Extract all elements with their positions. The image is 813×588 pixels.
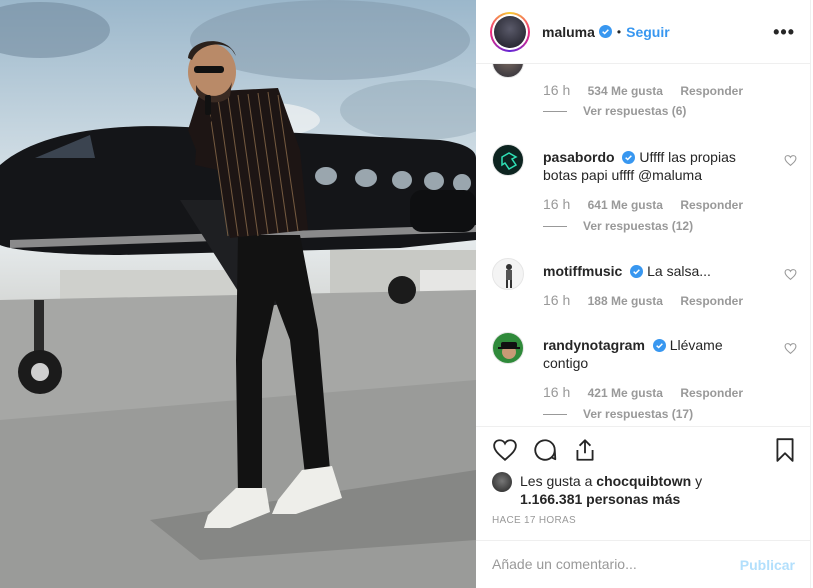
comment-avatar[interactable]	[492, 332, 524, 364]
comment-likes-count[interactable]: 188 Me gusta	[588, 294, 663, 308]
randy-hat-icon	[498, 342, 520, 359]
likes-count[interactable]: 1.166.381 personas más	[520, 491, 680, 507]
verified-badge-icon	[598, 25, 612, 38]
comment-username[interactable]: motiffmusic	[543, 263, 622, 279]
comment-time: 16 h	[543, 196, 571, 212]
comments-list[interactable]: 16 h 534 Me gusta Responder Ver respuest…	[476, 64, 811, 426]
view-replies-button[interactable]: Ver respuestas (17)	[543, 407, 693, 421]
comment-text: randynotagram Llévame contigo	[543, 336, 758, 372]
share-icon[interactable]	[572, 437, 598, 463]
post-actions-bar	[476, 426, 811, 472]
follow-button[interactable]: Seguir	[626, 24, 670, 40]
likes-joiner: y	[695, 473, 703, 489]
comment-meta: 16 h 534 Me gusta Responder	[543, 82, 743, 98]
view-replies-button[interactable]: Ver respuestas (6)	[543, 104, 686, 118]
comment-username[interactable]: pasabordo	[543, 149, 615, 165]
author-username[interactable]: maluma	[542, 24, 595, 40]
comment-time: 16 h	[543, 292, 571, 308]
comment-time: 16 h	[543, 82, 571, 98]
reply-button[interactable]: Responder	[680, 84, 743, 98]
reply-button[interactable]: Responder	[680, 198, 743, 212]
comment-username[interactable]: randynotagram	[543, 337, 645, 353]
comment-likes-count[interactable]: 534 Me gusta	[588, 84, 663, 98]
verified-badge-icon	[630, 265, 644, 278]
comment-input[interactable]	[492, 556, 732, 572]
heart-icon[interactable]	[492, 437, 518, 463]
bookmark-icon[interactable]	[772, 437, 798, 463]
likes-prefix: Les gusta a	[520, 473, 593, 489]
pasabordo-logo-icon	[501, 152, 518, 170]
view-replies-label: Ver respuestas (17)	[583, 407, 694, 421]
comment-avatar[interactable]	[492, 258, 524, 290]
likes-text: Les gusta a chocquibtown y 1.166.381 per…	[520, 472, 800, 508]
publish-button[interactable]: Publicar	[740, 557, 795, 573]
photo-illustration	[0, 0, 476, 588]
comment-meta: 16 h 421 Me gusta Responder	[543, 384, 743, 400]
liker-username[interactable]: chocquibtown	[596, 473, 691, 489]
comment-body: La salsa...	[647, 263, 711, 279]
comment-time: 16 h	[543, 384, 571, 400]
comment-text: pasabordo Uffff las propias botas papi u…	[543, 148, 758, 184]
post-header: maluma • Seguir •••	[476, 0, 811, 64]
post-photo[interactable]	[0, 0, 476, 588]
author-avatar[interactable]	[490, 11, 530, 52]
view-replies-label: Ver respuestas (6)	[583, 104, 687, 118]
comment-like-heart-icon[interactable]	[784, 268, 797, 281]
reply-button[interactable]: Responder	[680, 294, 743, 308]
comment-icon[interactable]	[532, 437, 558, 463]
comment-like-heart-icon[interactable]	[784, 154, 797, 167]
verified-badge-icon	[652, 339, 666, 352]
liker-avatar[interactable]	[492, 472, 512, 492]
post-timestamp[interactable]: HACE 17 HORAS	[492, 515, 576, 526]
add-comment-bar: Publicar	[476, 540, 811, 588]
comment-meta: 16 h 188 Me gusta Responder	[543, 292, 743, 308]
comment-likes-count[interactable]: 421 Me gusta	[588, 386, 663, 400]
reply-button[interactable]: Responder	[680, 386, 743, 400]
comment-like-heart-icon[interactable]	[784, 342, 797, 355]
comment-likes-count[interactable]: 641 Me gusta	[588, 198, 663, 212]
comment-avatar[interactable]	[492, 144, 524, 176]
post-side-panel: maluma • Seguir ••• 16 h 534 Me gusta Re…	[476, 0, 811, 588]
comment-text: motiffmusic La salsa...	[543, 262, 758, 280]
header-separator: •	[616, 24, 622, 39]
verified-badge-icon	[622, 151, 636, 164]
view-replies-button[interactable]: Ver respuestas (12)	[543, 219, 693, 233]
view-replies-label: Ver respuestas (12)	[583, 219, 694, 233]
motiff-figure-icon	[506, 264, 512, 288]
more-options-icon[interactable]: •••	[773, 22, 795, 43]
comment-meta: 16 h 641 Me gusta Responder	[543, 196, 743, 212]
comment-avatar[interactable]	[492, 64, 524, 78]
